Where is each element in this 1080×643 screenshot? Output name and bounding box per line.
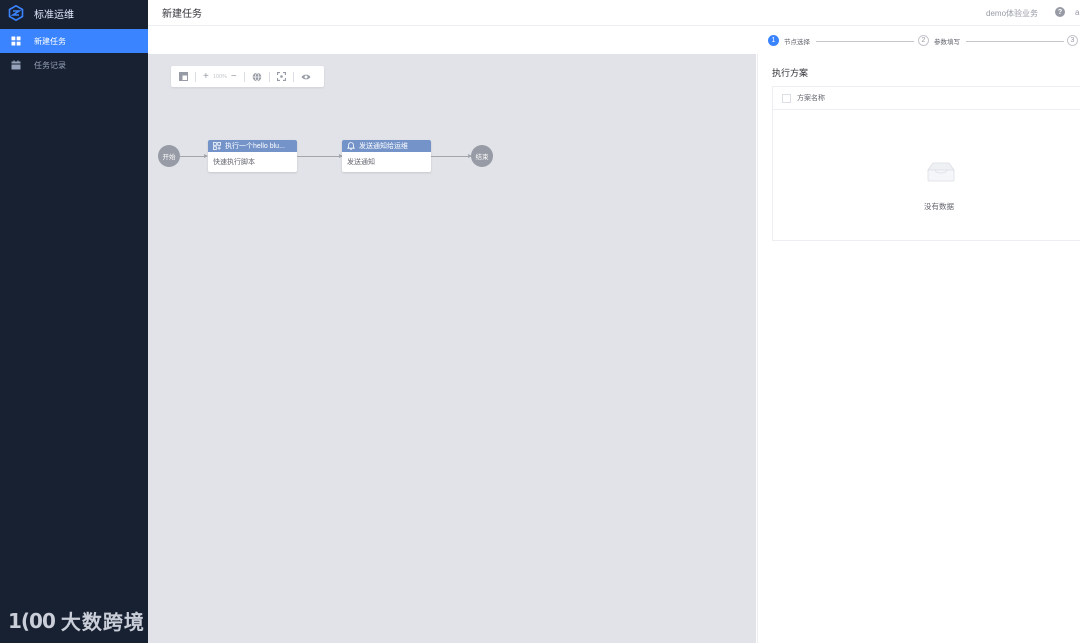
node-header: 发送通知给运维 — [342, 140, 431, 152]
bell-icon — [347, 142, 355, 150]
node-header: 执行一个hello blu... — [208, 140, 297, 152]
step-param-fill[interactable]: 2 参数填写 — [918, 35, 960, 46]
flow-edge — [180, 154, 208, 158]
watermark-text: 大数跨境 — [60, 610, 145, 634]
help-icon[interactable]: ? — [1055, 7, 1065, 17]
script-icon — [213, 142, 221, 150]
watermark-logo: 1(00 — [8, 608, 56, 633]
flow-task-node[interactable]: 执行一个hello blu... 快速执行脚本 — [208, 140, 297, 172]
toolbar-divider — [292, 71, 294, 82]
flow-edge — [297, 154, 343, 158]
flow-notify-node[interactable]: 发送通知给运维 发送通知 — [342, 140, 431, 172]
step-number: 2 — [918, 35, 929, 46]
business-selector[interactable]: demo体验业务 — [986, 8, 1038, 19]
step-number: 1 — [768, 35, 779, 46]
table-header: 方案名称 — [773, 87, 1080, 110]
toolbar-divider — [243, 71, 245, 82]
step-label: 节点选择 — [784, 38, 810, 46]
layout-icon[interactable] — [179, 66, 188, 87]
flow-canvas[interactable]: + 100% − 开始 执行一个hello blu... 快速执行脚本 发送通知… — [148, 54, 756, 643]
zoom-level: 100% — [212, 73, 227, 80]
app-title: 标准运维 — [34, 9, 74, 21]
zoom-out-button[interactable]: − — [231, 66, 237, 87]
scheme-table: 方案名称 没有数据 — [772, 86, 1080, 241]
step-connector — [816, 41, 914, 42]
step-label: 参数填写 — [934, 38, 960, 46]
node-subtitle: 快速执行脚本 — [213, 159, 255, 166]
column-header-scheme-name: 方案名称 — [797, 95, 825, 102]
sidebar: 标准运维 新建任务 任务记录 1(00 大数跨境 — [0, 0, 148, 643]
canvas-toolbar: + 100% − — [171, 66, 324, 87]
sidebar-item-new-task[interactable]: 新建任务 — [0, 29, 148, 53]
globe-icon[interactable] — [252, 66, 262, 87]
top-header: 新建任务 demo体验业务 ? a — [148, 0, 1080, 26]
node-subtitle: 发送通知 — [347, 159, 375, 166]
step-bar: 1 节点选择 2 参数填写 3 — [148, 27, 1080, 54]
step-connector — [966, 41, 1064, 42]
flow-end-node[interactable]: 结束 — [471, 145, 493, 167]
watermark: 1(00 大数跨境 — [8, 606, 145, 635]
empty-box-icon — [924, 161, 958, 186]
zoom-in-button[interactable]: + — [203, 66, 209, 87]
node-title: 发送通知给运维 — [359, 143, 408, 150]
panel-title: 执行方案 — [772, 68, 809, 78]
sidebar-item-label: 任务记录 — [34, 60, 66, 70]
step-third[interactable]: 3 — [1067, 35, 1080, 46]
toolbar-divider — [195, 71, 196, 82]
page-title: 新建任务 — [162, 9, 202, 20]
step-node-select[interactable]: 1 节点选择 — [768, 35, 810, 46]
sidebar-item-task-records[interactable]: 任务记录 — [0, 53, 148, 77]
node-title: 执行一个hello blu... — [225, 143, 285, 150]
calendar-icon — [11, 60, 21, 70]
grid-icon — [11, 36, 21, 46]
sidebar-item-label: 新建任务 — [34, 36, 66, 46]
flow-start-node[interactable]: 开始 — [158, 145, 180, 167]
empty-state: 没有数据 — [773, 111, 1080, 241]
fit-screen-icon[interactable] — [276, 66, 286, 87]
step-number: 3 — [1067, 35, 1078, 46]
user-menu[interactable]: a — [1075, 8, 1079, 17]
preview-eye-icon[interactable] — [301, 66, 311, 87]
brand[interactable]: 标准运维 — [0, 0, 148, 26]
logo-icon — [8, 5, 24, 21]
select-all-checkbox[interactable] — [782, 93, 791, 103]
toolbar-divider — [268, 71, 270, 82]
scheme-panel: 执行方案 方案名称 没有数据 — [757, 54, 1080, 643]
empty-text: 没有数据 — [924, 202, 954, 211]
flow-edge — [431, 154, 472, 158]
